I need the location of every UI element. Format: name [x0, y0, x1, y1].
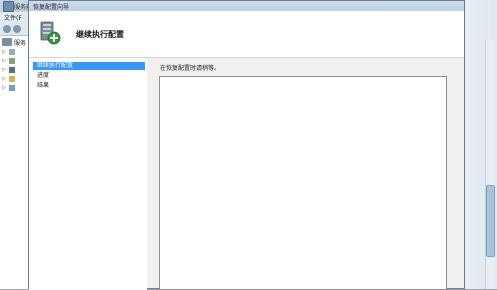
- configuration-icon: [9, 76, 15, 82]
- expand-arrow-icon[interactable]: ▷: [2, 49, 6, 55]
- dialog-title: 恢复配置向导: [33, 4, 70, 11]
- tree-item[interactable]: ▷: [2, 75, 28, 83]
- forward-icon[interactable]: [13, 25, 21, 33]
- dialog-titlebar[interactable]: [29, 1, 464, 11]
- expand-arrow-icon[interactable]: ▷: [2, 58, 6, 64]
- menu-file[interactable]: 文件(F: [4, 13, 22, 22]
- tree-item[interactable]: ▷: [2, 48, 28, 56]
- tree-item[interactable]: ▷: [2, 84, 28, 92]
- wizard-step-results[interactable]: 结果: [33, 82, 145, 90]
- wizard-steps-pane: [29, 58, 147, 290]
- expand-arrow-icon[interactable]: ▷: [2, 76, 6, 82]
- content-box: [159, 76, 447, 290]
- roles-icon: [9, 49, 15, 55]
- server-manager-icon: [2, 38, 12, 46]
- features-icon: [9, 58, 15, 64]
- dialog-header-title: 继续执行配置: [76, 30, 124, 39]
- restore-wizard-dialog: 恢复配置向导 继续执行配置 继续执行配置 进度 结果 在恢复配置时请稍等。: [28, 0, 465, 290]
- back-icon[interactable]: [3, 25, 11, 33]
- wizard-step-continue[interactable]: 继续执行配置: [33, 62, 145, 70]
- diagnostics-icon: [9, 67, 15, 73]
- server-restore-icon: [40, 21, 61, 45]
- scrollbar-thumb[interactable]: [486, 185, 495, 257]
- tree-item[interactable]: ▷: [2, 66, 28, 74]
- app-icon: [3, 1, 14, 12]
- storage-icon: [9, 85, 15, 91]
- tree-item[interactable]: ▷: [2, 57, 28, 65]
- tree-root-label[interactable]: 服务: [14, 38, 26, 47]
- wizard-step-progress[interactable]: 进度: [33, 72, 145, 80]
- instruction-text: 在恢复配置时请稍等。: [160, 65, 221, 72]
- expand-arrow-icon[interactable]: ▷: [2, 67, 6, 73]
- expand-arrow-icon[interactable]: ▷: [2, 85, 6, 91]
